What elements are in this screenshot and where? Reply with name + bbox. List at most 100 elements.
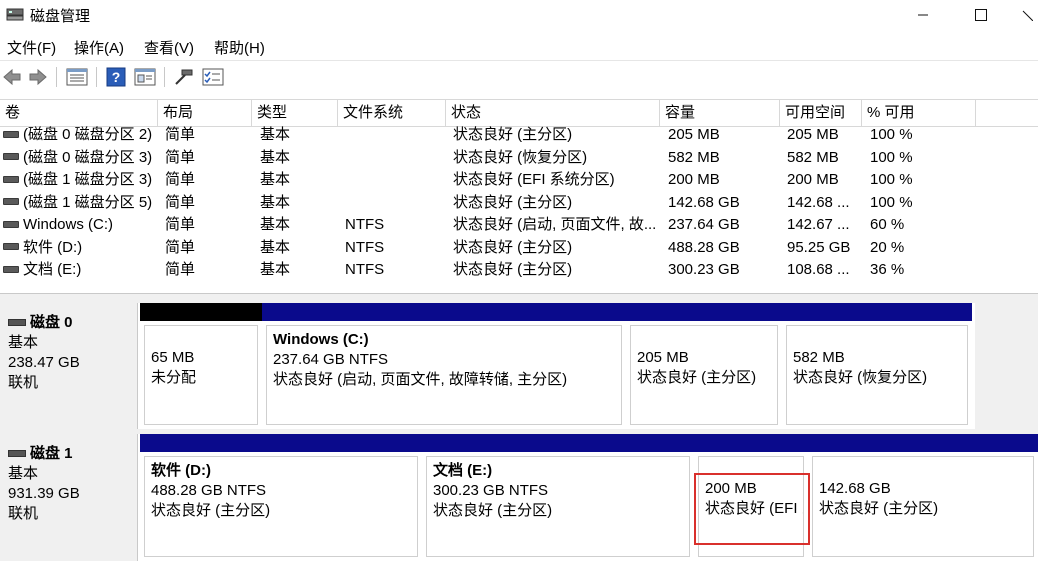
percent-free-cell: 100 % bbox=[870, 148, 913, 166]
close-icon bbox=[1022, 10, 1033, 21]
partition-status: 状态良好 (启动, 页面文件, 故障转储, 主分区) bbox=[273, 371, 568, 388]
partition-body: Windows (C:) 237.64 GB NTFS 状态良好 (启动, 页面… bbox=[266, 325, 622, 425]
primary-partition-bar bbox=[626, 303, 782, 321]
disk-status: 联机 bbox=[8, 374, 39, 391]
disk-0-partitions: 65 MB 未分配 Windows (C:) 237.64 GB NTFS 状态… bbox=[138, 303, 975, 429]
partition-title: Windows (C:) bbox=[273, 331, 369, 348]
partition-body: 文档 (E:) 300.23 GB NTFS 状态良好 (主分区) bbox=[426, 456, 690, 557]
disk-size: 238.47 GB bbox=[8, 354, 80, 371]
percent-free-cell: 60 % bbox=[870, 216, 905, 233]
disk-type: 基本 bbox=[8, 334, 39, 351]
maximize-icon bbox=[975, 9, 987, 21]
table-row[interactable]: 文档 (E:) 简单 基本 NTFS 状态良好 (主分区) 300.23 GB … bbox=[0, 259, 1038, 282]
primary-partition-bar bbox=[140, 434, 422, 452]
partition-size: 488.28 GB NTFS bbox=[151, 482, 267, 499]
free-space-cell: 95.25 GB bbox=[787, 238, 851, 256]
volume-name: 软件 (D:) bbox=[23, 238, 83, 256]
partition-status: 状态良好 (主分区) bbox=[819, 500, 939, 517]
capacity-cell: 488.28 GB bbox=[668, 238, 740, 256]
maximize-button[interactable] bbox=[958, 0, 1004, 30]
column-header-status[interactable]: 状态 bbox=[446, 100, 660, 126]
close-button[interactable] bbox=[1016, 0, 1038, 30]
column-header-volume[interactable]: 卷 bbox=[0, 100, 158, 126]
partition-body: 582 MB 状态良好 (恢复分区) bbox=[786, 325, 968, 425]
partition-software-d[interactable]: 软件 (D:) 488.28 GB NTFS 状态良好 (主分区) bbox=[140, 434, 422, 561]
status-cell: 状态良好 (主分区) bbox=[453, 193, 573, 211]
partition-documents-e[interactable]: 文档 (E:) 300.23 GB NTFS 状态良好 (主分区) bbox=[422, 434, 694, 561]
menu-bar: 文件(F) 操作(A) 查看(V) 帮助(H) bbox=[0, 32, 1038, 58]
back-arrow-icon[interactable] bbox=[2, 67, 22, 87]
partition-unallocated[interactable]: 65 MB 未分配 bbox=[140, 303, 262, 429]
disk-name: 磁盘 1 bbox=[30, 445, 73, 462]
properties-icon[interactable] bbox=[134, 67, 156, 87]
partition-disk0-part3[interactable]: 582 MB 状态良好 (恢复分区) bbox=[782, 303, 972, 429]
volume-cell: (磁盘 0 磁盘分区 3) bbox=[3, 147, 152, 169]
console-tree-icon[interactable] bbox=[66, 67, 88, 87]
table-row[interactable]: (磁盘 1 磁盘分区 3) 简单 基本 状态良好 (EFI 系统分区) 200 … bbox=[0, 169, 1038, 192]
disk-management-app-icon bbox=[6, 8, 24, 21]
column-header-type[interactable]: 类型 bbox=[252, 100, 338, 126]
disk-name: 磁盘 0 bbox=[30, 314, 73, 331]
checklist-icon[interactable] bbox=[202, 67, 224, 87]
menu-action[interactable]: 操作(A) bbox=[74, 37, 124, 58]
column-header-capacity[interactable]: 容量 bbox=[660, 100, 780, 126]
svg-text:?: ? bbox=[112, 69, 121, 85]
window-title: 磁盘管理 bbox=[30, 8, 91, 25]
help-icon[interactable]: ? bbox=[106, 67, 126, 87]
toolbar: ? bbox=[0, 60, 1038, 93]
primary-partition-bar bbox=[262, 303, 626, 321]
partition-disk1-part5[interactable]: 142.68 GB 状态良好 (主分区) bbox=[808, 434, 1038, 561]
capacity-cell: 582 MB bbox=[668, 148, 720, 166]
free-space-cell: 142.68 ... bbox=[787, 193, 850, 211]
table-row[interactable]: 软件 (D:) 简单 基本 NTFS 状态良好 (主分区) 488.28 GB … bbox=[0, 237, 1038, 260]
volume-cell: (磁盘 1 磁盘分区 5) bbox=[3, 192, 152, 214]
capacity-cell: 300.23 GB bbox=[668, 261, 740, 278]
disk-icon bbox=[8, 449, 26, 457]
filesystem-cell: NTFS bbox=[345, 261, 385, 278]
toolbar-separator bbox=[164, 67, 165, 87]
column-header-filesystem[interactable]: 文件系统 bbox=[338, 100, 446, 126]
menu-file[interactable]: 文件(F) bbox=[7, 37, 56, 58]
table-row[interactable]: Windows (C:) 简单 基本 NTFS 状态良好 (启动, 页面文件, … bbox=[0, 214, 1038, 237]
percent-free-cell: 100 % bbox=[870, 193, 913, 211]
toolbar-separator bbox=[96, 67, 97, 87]
layout-cell: 简单 bbox=[165, 126, 196, 143]
partition-status: 状态良好 (主分区) bbox=[433, 502, 553, 519]
connect-icon[interactable] bbox=[174, 67, 194, 87]
volume-drive-icon bbox=[3, 175, 19, 183]
table-row[interactable]: (磁盘 1 磁盘分区 5) 简单 基本 状态良好 (主分区) 142.68 GB… bbox=[0, 192, 1038, 215]
table-row[interactable]: (磁盘 0 磁盘分区 3) 简单 基本 状态良好 (恢复分区) 582 MB 5… bbox=[0, 147, 1038, 170]
status-cell: 状态良好 (主分区) bbox=[453, 238, 573, 256]
primary-partition-bar bbox=[694, 434, 808, 452]
type-cell: 基本 bbox=[260, 261, 291, 278]
highlight-box bbox=[694, 473, 810, 545]
type-cell: 基本 bbox=[260, 171, 291, 188]
volume-cell: 文档 (E:) bbox=[3, 259, 81, 281]
primary-partition-bar bbox=[422, 434, 694, 452]
column-header-layout[interactable]: 布局 bbox=[158, 100, 252, 126]
capacity-cell: 142.68 GB bbox=[668, 193, 740, 211]
volume-drive-icon bbox=[3, 130, 19, 138]
minimize-button[interactable] bbox=[900, 0, 946, 30]
status-cell: 状态良好 (主分区) bbox=[453, 126, 573, 143]
partition-windows-c[interactable]: Windows (C:) 237.64 GB NTFS 状态良好 (启动, 页面… bbox=[262, 303, 626, 429]
menu-view[interactable]: 查看(V) bbox=[144, 37, 194, 58]
table-header: 卷 布局 类型 文件系统 状态 容量 可用空间 % 可用 bbox=[0, 99, 1038, 127]
unallocated-bar bbox=[140, 303, 262, 321]
partition-disk0-part2[interactable]: 205 MB 状态良好 (主分区) bbox=[626, 303, 782, 429]
table-row[interactable]: (磁盘 0 磁盘分区 2) 简单 基本 状态良好 (主分区) 205 MB 20… bbox=[0, 124, 1038, 147]
filesystem-cell: NTFS bbox=[345, 238, 385, 256]
column-header-free-space[interactable]: 可用空间 bbox=[780, 100, 862, 126]
volume-name: (磁盘 1 磁盘分区 3) bbox=[23, 171, 153, 188]
minimize-icon bbox=[918, 14, 928, 16]
volume-cell: (磁盘 1 磁盘分区 3) bbox=[3, 169, 152, 191]
menu-help[interactable]: 帮助(H) bbox=[214, 37, 265, 58]
free-space-cell: 205 MB bbox=[787, 126, 839, 143]
column-header-percent-free[interactable]: % 可用 bbox=[862, 100, 976, 126]
partition-size: 582 MB bbox=[793, 349, 845, 366]
percent-free-cell: 36 % bbox=[870, 261, 905, 278]
disk-1-label[interactable]: 磁盘 1 基本 931.39 GB 联机 bbox=[0, 434, 138, 561]
forward-arrow-icon[interactable] bbox=[28, 67, 48, 87]
volume-cell: 软件 (D:) bbox=[3, 237, 82, 259]
disk-0-label[interactable]: 磁盘 0 基本 238.47 GB 联机 bbox=[0, 303, 138, 429]
